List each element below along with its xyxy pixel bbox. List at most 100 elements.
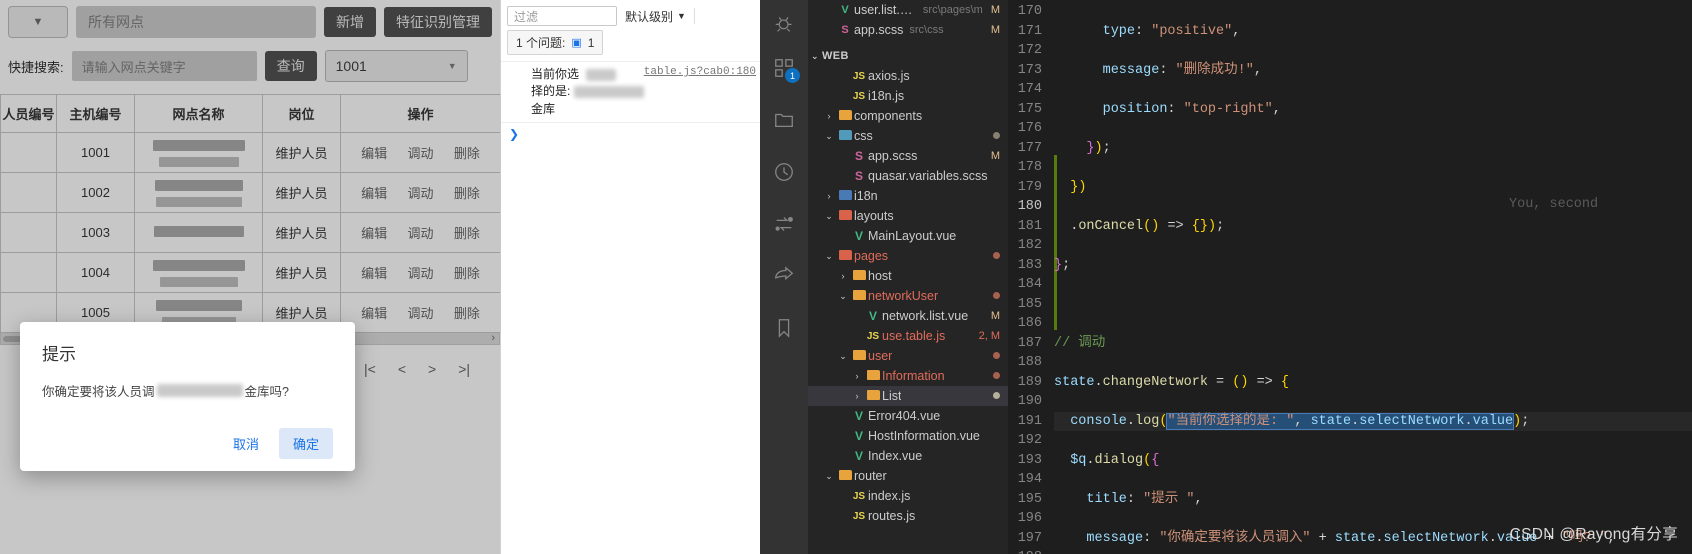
folder-glyph [838, 469, 852, 480]
open-editor-status: M [990, 24, 1000, 36]
chevron-down-icon: ⌄ [839, 350, 847, 361]
code-line: state.changeNetwork = () => { [1054, 374, 1289, 390]
tree-item-label: Information [882, 369, 945, 383]
code-editor[interactable]: 170 171 172 173 174 175 176 177 178 179 180 181 182 1… [1008, 0, 1692, 554]
folder-icon [864, 369, 882, 383]
line-number: 196 [1017, 511, 1042, 526]
tree-item-hostinformation-vue[interactable]: V HostInformation.vue [808, 426, 1008, 446]
open-editor-name: app.scss [854, 23, 904, 37]
tree-item-label: host [868, 269, 892, 283]
folder-glyph [838, 129, 852, 140]
dialog-message: 你确定要将该人员调 金库吗? [42, 381, 333, 400]
dialog-actions: 取消 确定 [42, 428, 333, 459]
line-number: 178 [1017, 160, 1042, 175]
open-editor-item[interactable]: V user.list.vue src\pages\m M [808, 0, 1008, 20]
tree-item-i18n[interactable]: › i18n [808, 186, 1008, 206]
console-filter-input[interactable]: 过滤 [507, 6, 617, 26]
chevron-down-icon: ⌄ [839, 290, 847, 301]
tree-item-list[interactable]: › List [808, 386, 1008, 406]
tree-item-layouts[interactable]: ⌄ layouts [808, 206, 1008, 226]
redacted-site-name [156, 384, 243, 397]
chevron-down-icon: ⌄ [825, 130, 833, 141]
code-line: }; [1054, 257, 1071, 273]
tree-item-index-js[interactable]: JS index.js [808, 486, 1008, 506]
line-number: 194 [1017, 472, 1042, 487]
webapp-panel: ▼ 所有网点 新增 特征识别管理 快捷搜索: 请输入网点关键字 查询 1001 [0, 0, 501, 554]
status-dot [985, 130, 1000, 142]
activity-bar: 1 [760, 0, 808, 554]
console-source-link[interactable]: table.js?cab0:180 [644, 66, 756, 78]
code-line: message: "删除成功!", [1054, 62, 1262, 78]
tree-item-css[interactable]: ⌄ css [808, 126, 1008, 146]
tree-item-label: networkUser [868, 289, 939, 303]
share-icon[interactable] [760, 252, 808, 300]
console-level-select[interactable]: 默认级别 ▼ [625, 8, 686, 25]
tree-item-label: i18n.js [868, 89, 905, 103]
status-badge: M [990, 150, 1000, 162]
tree-item-label: components [854, 109, 923, 123]
vue-file-icon: V [868, 309, 877, 323]
timeline-clock-icon[interactable] [760, 148, 808, 196]
explorer-folder-icon[interactable] [760, 96, 808, 144]
line-number: 171 [1017, 23, 1042, 39]
bookmark-icon[interactable] [760, 304, 808, 352]
tree-item-label: css [854, 129, 873, 143]
vue-file-icon: V [854, 229, 863, 243]
confirm-dialog: 提示 你确定要将该人员调 金库吗? 取消 确定 [20, 322, 355, 471]
tree-item-error404-vue[interactable]: V Error404.vue [808, 406, 1008, 426]
status-dot-glyph [993, 292, 1000, 299]
tree-item-label: MainLayout.vue [868, 229, 957, 243]
redacted-text-a [586, 68, 617, 81]
tree-item-index-vue[interactable]: V Index.vue [808, 446, 1008, 466]
tree-item-router[interactable]: ⌄ router [808, 466, 1008, 486]
tree-item-network-list-vue[interactable]: Vnetwork.list.vue M [808, 306, 1008, 326]
tree-item-networkuser[interactable]: ⌄ networkUser [808, 286, 1008, 306]
open-editor-item[interactable]: S app.scss src\css M [808, 20, 1008, 40]
folder-glyph [838, 249, 852, 260]
tree-item-mainlayout-vue[interactable]: V MainLayout.vue [808, 226, 1008, 246]
code-line: position: "top-right", [1054, 101, 1281, 117]
status-dot [985, 350, 1000, 362]
tree-item-app-scss[interactable]: Sapp.scss M [808, 146, 1008, 166]
chevron-right-icon: › [827, 191, 831, 201]
line-number: 197 [1017, 530, 1042, 546]
scss-file-icon: S [854, 169, 863, 183]
tree-item-host[interactable]: › host [808, 266, 1008, 286]
dialog-message-prefix: 你确定要将该人员调 [42, 385, 155, 399]
js-file-icon: JS [866, 330, 880, 342]
tree-item-routes-js[interactable]: JS routes.js [808, 506, 1008, 526]
tree-item-pages[interactable]: ⌄ pages [808, 246, 1008, 266]
tree-item-components[interactable]: › components [808, 106, 1008, 126]
console-input-prompt[interactable]: ❯ [501, 123, 760, 141]
folder-icon [864, 389, 882, 403]
code-lines[interactable]: type: "positive", message: "删除成功!", posi… [1054, 0, 1692, 554]
dialog-confirm-button[interactable]: 确定 [278, 428, 333, 459]
issues-badge[interactable]: 1 个问题: ▣ 1 [507, 30, 604, 55]
chevron-right-icon: › [827, 111, 831, 121]
debug-icon[interactable] [760, 6, 808, 40]
tree-item-user[interactable]: ⌄ user [808, 346, 1008, 366]
dialog-cancel-button[interactable]: 取消 [221, 428, 271, 459]
folder-glyph [866, 369, 880, 380]
diff-icon[interactable] [760, 200, 808, 248]
tree-item-label: user [868, 349, 893, 363]
tree-item-information[interactable]: › Information [808, 366, 1008, 386]
status-dot-glyph [993, 252, 1000, 259]
extensions-icon[interactable]: 1 [760, 44, 808, 92]
line-number: 173 [1017, 62, 1042, 78]
open-editor-path: src\pages\m [922, 4, 983, 16]
tree-item-i18n-js[interactable]: JS i18n.js [808, 86, 1008, 106]
tree-item-axios-js[interactable]: JS axios.js [808, 66, 1008, 86]
folder-icon [836, 469, 854, 483]
code-line: .onCancel() => {}); [1054, 218, 1225, 234]
explorer-section-header-web[interactable]: ⌄ WEB [808, 46, 1008, 66]
chevron-down-icon: ⌄ [825, 250, 833, 261]
code-line: }) [1054, 179, 1087, 195]
tree-item-use-table-js[interactable]: JS use.table.js 2, M [808, 326, 1008, 346]
line-number: 187 [1017, 335, 1042, 351]
watermark-text: CSDN @Rayong有分享 [1509, 526, 1678, 543]
line-number: 179 [1017, 179, 1042, 195]
code-surface[interactable]: type: "positive", message: "删除成功!", posi… [1054, 0, 1692, 554]
tree-item-quasar-variables-scss[interactable]: Squasar.variables.scss [808, 166, 1008, 186]
code-line: type: "positive", [1054, 23, 1241, 39]
